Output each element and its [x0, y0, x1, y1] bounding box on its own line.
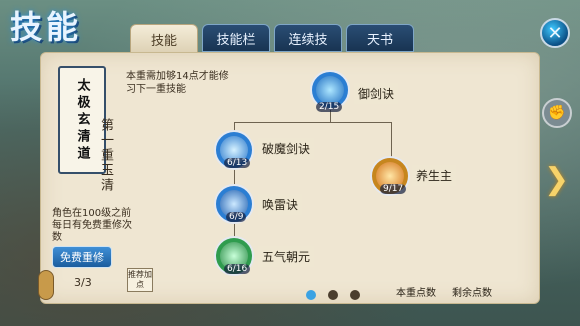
tree-line	[234, 122, 392, 123]
points-bar: 本重点数 剩余点数	[396, 284, 492, 299]
window-title: 技能	[10, 8, 83, 46]
next-page-arrow-icon[interactable]: ❯	[544, 162, 569, 198]
page-dot[interactable]	[328, 290, 338, 300]
side-fist-icon[interactable]: ✊	[542, 98, 572, 128]
close-icon: ✕	[547, 22, 563, 44]
skill-level: 2/15	[316, 102, 343, 112]
requirement-text: 本重需加够14点才能修习下一重技能	[126, 71, 229, 95]
tier-points-label: 本重点数	[396, 288, 436, 299]
sword-skill-icon	[316, 76, 344, 104]
skill-level: 6/16	[224, 264, 251, 274]
tab-skills[interactable]: 技能	[130, 24, 198, 54]
skill-level: 6/9	[226, 212, 247, 222]
skill-name: 破魔剑诀	[258, 138, 315, 159]
free-reset-note: 角色在100级之前每日有免费重修次数	[52, 208, 132, 243]
skill-name: 养生主	[412, 165, 457, 186]
tab-skill-bar[interactable]: 技能栏	[202, 24, 270, 52]
tier-name: 第一重玉清	[98, 118, 113, 193]
free-reset-button[interactable]: 免费重修	[52, 246, 112, 268]
gourd-icon	[38, 270, 54, 300]
skill-name: 御剑诀	[354, 83, 399, 104]
page-indicator	[306, 290, 360, 300]
close-button[interactable]: ✕	[540, 18, 570, 48]
reset-count: 3/3	[74, 276, 92, 289]
skill-name: 唤雷诀	[258, 194, 303, 215]
skill-name: 五气朝元	[258, 246, 315, 267]
skill-level: 6/13	[224, 158, 251, 168]
remaining-points-label: 剩余点数	[452, 288, 492, 299]
skill-level: 9/17	[380, 184, 407, 194]
page-dot[interactable]	[350, 290, 360, 300]
tab-combo[interactable]: 连续技	[274, 24, 342, 52]
tab-tianshu[interactable]: 天书	[346, 24, 414, 52]
tab-bar: 技能 技能栏 连续技 天书	[130, 24, 414, 54]
page-dot[interactable]	[306, 290, 316, 300]
recommend-button[interactable]: 推荐加点	[127, 268, 153, 292]
